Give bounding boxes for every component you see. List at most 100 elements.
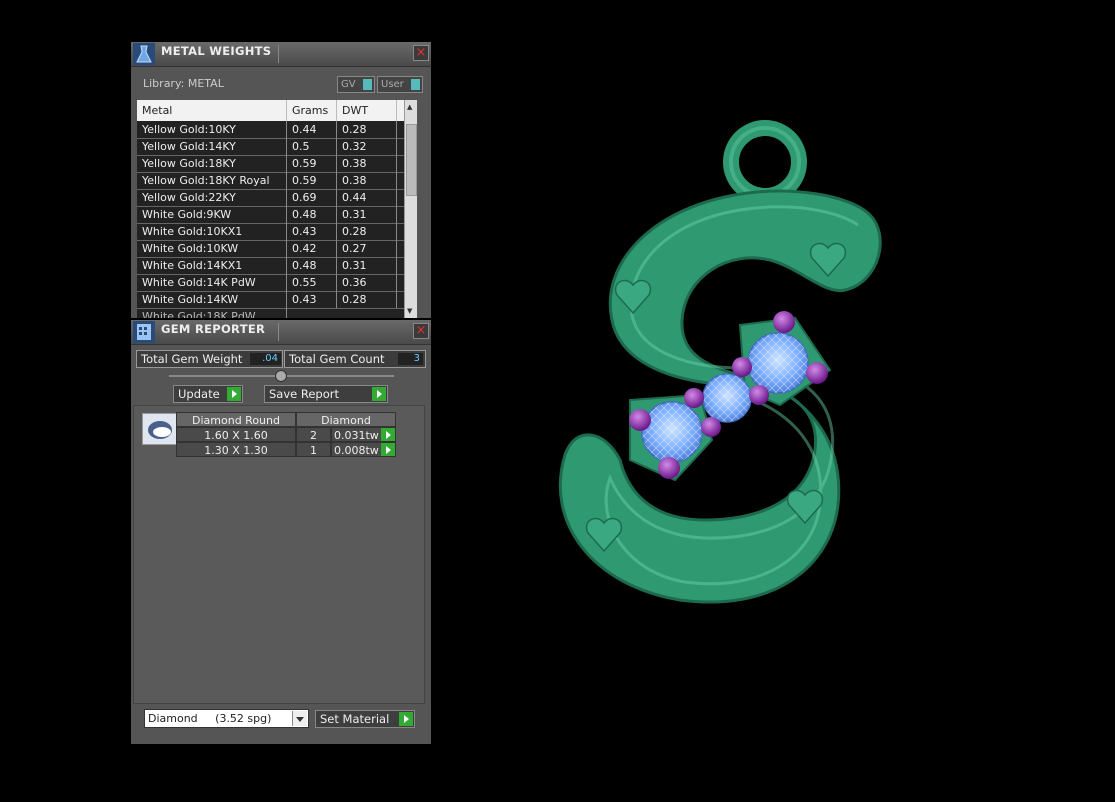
gem-weight-cell[interactable]: 0.031tw	[331, 427, 396, 442]
metal-table-header: Metal Grams DWT	[137, 100, 417, 121]
table-cell: 0.48	[287, 257, 337, 274]
table-cell: Yellow Gold:18KY	[137, 155, 287, 172]
table-cell: Yellow Gold:10KY	[137, 121, 287, 138]
table-cell: 0.31	[337, 206, 397, 223]
table-cell: 0.55	[287, 274, 337, 291]
table-row-partial: White Gold:18K PdW	[137, 308, 407, 318]
table-row[interactable]: Yellow Gold:22KY 0.69 0.44	[137, 189, 407, 207]
table-cell: White Gold:10KW	[137, 240, 287, 257]
gem-weight-cell[interactable]: 0.008tw	[331, 442, 396, 457]
table-row[interactable]: White Gold:14KW 0.43 0.28	[137, 291, 407, 309]
table-row[interactable]: White Gold:14KX1 0.48 0.31	[137, 257, 407, 275]
diamond-round-icon[interactable]	[142, 413, 178, 445]
scroll-up-icon[interactable]: ▲	[407, 103, 412, 111]
table-cell: Yellow Gold:14KY	[137, 138, 287, 155]
save-report-label: Save Report	[269, 387, 340, 401]
play-icon	[227, 387, 241, 401]
table-row[interactable]: Yellow Gold:14KY 0.5 0.32	[137, 138, 407, 156]
table-cell: 0.48	[287, 206, 337, 223]
play-icon[interactable]	[381, 428, 395, 441]
metal-weights-panel: METAL WEIGHTS × Library: METAL GV User M…	[131, 42, 431, 318]
set-material-button[interactable]: Set Material	[315, 710, 415, 728]
table-cell: 0.44	[287, 121, 337, 138]
gem-count-cell: 2	[296, 427, 331, 442]
table-cell: 0.27	[337, 240, 397, 257]
table-cell: 0.43	[287, 223, 337, 240]
user-toggle[interactable]: User	[377, 76, 423, 93]
total-gem-count-value: 3	[398, 353, 423, 365]
gem-material-header: Diamond	[296, 412, 396, 427]
column-header-grams[interactable]: Grams	[287, 100, 337, 121]
save-report-button[interactable]: Save Report	[264, 385, 388, 403]
material-select-value: Diamond (3.52 spg)	[148, 712, 272, 725]
scrollbar-thumb[interactable]	[406, 124, 417, 196]
gv-toggle-label: GV	[341, 79, 356, 90]
table-cell: 0.31	[337, 257, 397, 274]
gv-indicator	[363, 79, 372, 90]
table-cell: Yellow Gold:22KY	[137, 189, 287, 206]
table-cell: 0.38	[337, 172, 397, 189]
table-row[interactable]: Yellow Gold:18KY Royal 0.59 0.38	[137, 172, 407, 190]
material-select[interactable]: Diamond (3.52 spg)	[144, 709, 309, 728]
table-cell: 0.43	[287, 291, 337, 308]
column-header-metal[interactable]: Metal	[137, 100, 287, 121]
table-cell: 0.5	[287, 138, 337, 155]
table-row[interactable]: White Gold:9KW 0.48 0.31	[137, 206, 407, 224]
table-cell: 0.59	[287, 155, 337, 172]
play-icon	[372, 387, 386, 401]
gem-count-cell: 1	[296, 442, 331, 457]
chevron-down-icon[interactable]	[292, 711, 307, 726]
gem-size-cell: 1.60 X 1.60	[176, 427, 296, 442]
metal-table-scrollbar[interactable]: ▲ ▼	[404, 100, 417, 318]
metal-table: Metal Grams DWT Yellow Gold:10KY 0.44 0.28…	[137, 100, 417, 318]
gem-reporter-title: GEM REPORTER	[161, 322, 266, 336]
user-indicator	[411, 79, 420, 90]
table-cell: 0.38	[337, 155, 397, 172]
total-gem-count-field: Total Gem Count 3	[284, 350, 426, 368]
total-gem-count-label: Total Gem Count	[289, 352, 385, 366]
table-cell: 0.36	[337, 274, 397, 291]
metal-weights-title: METAL WEIGHTS	[161, 44, 272, 58]
table-cell: 0.32	[337, 138, 397, 155]
flask-icon	[133, 43, 155, 65]
3d-viewport[interactable]	[440, 40, 1115, 760]
table-cell: 0.28	[337, 121, 397, 138]
total-gem-weight-field: Total Gem Weight .04	[136, 350, 283, 368]
table-row[interactable]: Yellow Gold:10KY 0.44 0.28	[137, 121, 407, 139]
titlebar-divider	[278, 323, 279, 341]
close-icon[interactable]: ×	[413, 45, 429, 61]
table-cell: White Gold:18K PdW	[137, 308, 287, 318]
play-icon[interactable]	[381, 443, 395, 456]
close-icon[interactable]: ×	[413, 323, 429, 339]
set-material-label: Set Material	[320, 712, 390, 726]
table-cell: 0.28	[337, 291, 397, 308]
table-cell: White Gold:14KW	[137, 291, 287, 308]
play-icon	[399, 712, 413, 726]
table-row[interactable]: Yellow Gold:18KY 0.59 0.38	[137, 155, 407, 173]
gem-reporter-titlebar[interactable]: GEM REPORTER ×	[131, 320, 431, 345]
gem-weight-value: 0.031tw	[334, 429, 379, 442]
scroll-down-icon[interactable]: ▼	[407, 307, 412, 315]
update-button[interactable]: Update	[173, 385, 243, 403]
table-cell: White Gold:9KW	[137, 206, 287, 223]
table-cell: 0.59	[287, 172, 337, 189]
table-row[interactable]: White Gold:14K PdW 0.55 0.36	[137, 274, 407, 292]
table-cell: 0.69	[287, 189, 337, 206]
gv-toggle[interactable]: GV	[337, 76, 375, 93]
splitter-knob[interactable]	[275, 370, 287, 382]
titlebar-divider	[278, 45, 279, 63]
update-label: Update	[178, 387, 220, 401]
report-icon	[133, 321, 155, 343]
table-cell: White Gold:14K PdW	[137, 274, 287, 291]
table-row[interactable]: White Gold:10KW 0.42 0.27	[137, 240, 407, 258]
table-cell: 0.44	[337, 189, 397, 206]
panel-splitter[interactable]	[169, 370, 394, 382]
gem-shape-header: Diamond Round	[176, 412, 296, 427]
gem-results-area: Diamond Round Diamond 1.60 X 1.60 2 0.03…	[133, 405, 425, 704]
gem-weight-value: 0.008tw	[334, 444, 379, 457]
table-row[interactable]: White Gold:10KX1 0.43 0.28	[137, 223, 407, 241]
table-cell: White Gold:10KX1	[137, 223, 287, 240]
pendant-model	[558, 120, 882, 604]
metal-weights-titlebar[interactable]: METAL WEIGHTS ×	[131, 42, 431, 67]
column-header-dwt[interactable]: DWT	[337, 100, 397, 121]
